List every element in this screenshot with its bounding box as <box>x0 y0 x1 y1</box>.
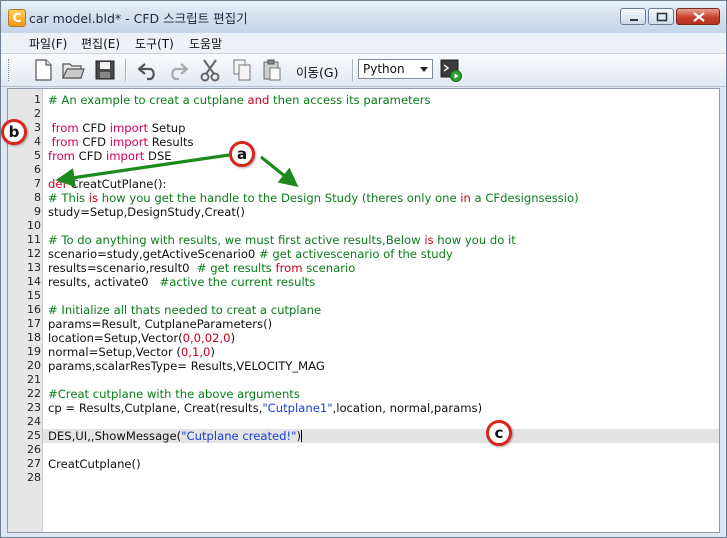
annotation-arrow-left <box>55 153 230 188</box>
script-editor-window: C car model.bld* - CFD 스크립트 편집기 파일(F) 편집… <box>0 0 727 538</box>
callout-a: a <box>229 141 255 167</box>
callout-c: c <box>486 420 512 446</box>
annotation-arrows <box>55 153 299 188</box>
annotation-arrow-right <box>260 155 299 187</box>
callout-b: b <box>1 119 27 145</box>
